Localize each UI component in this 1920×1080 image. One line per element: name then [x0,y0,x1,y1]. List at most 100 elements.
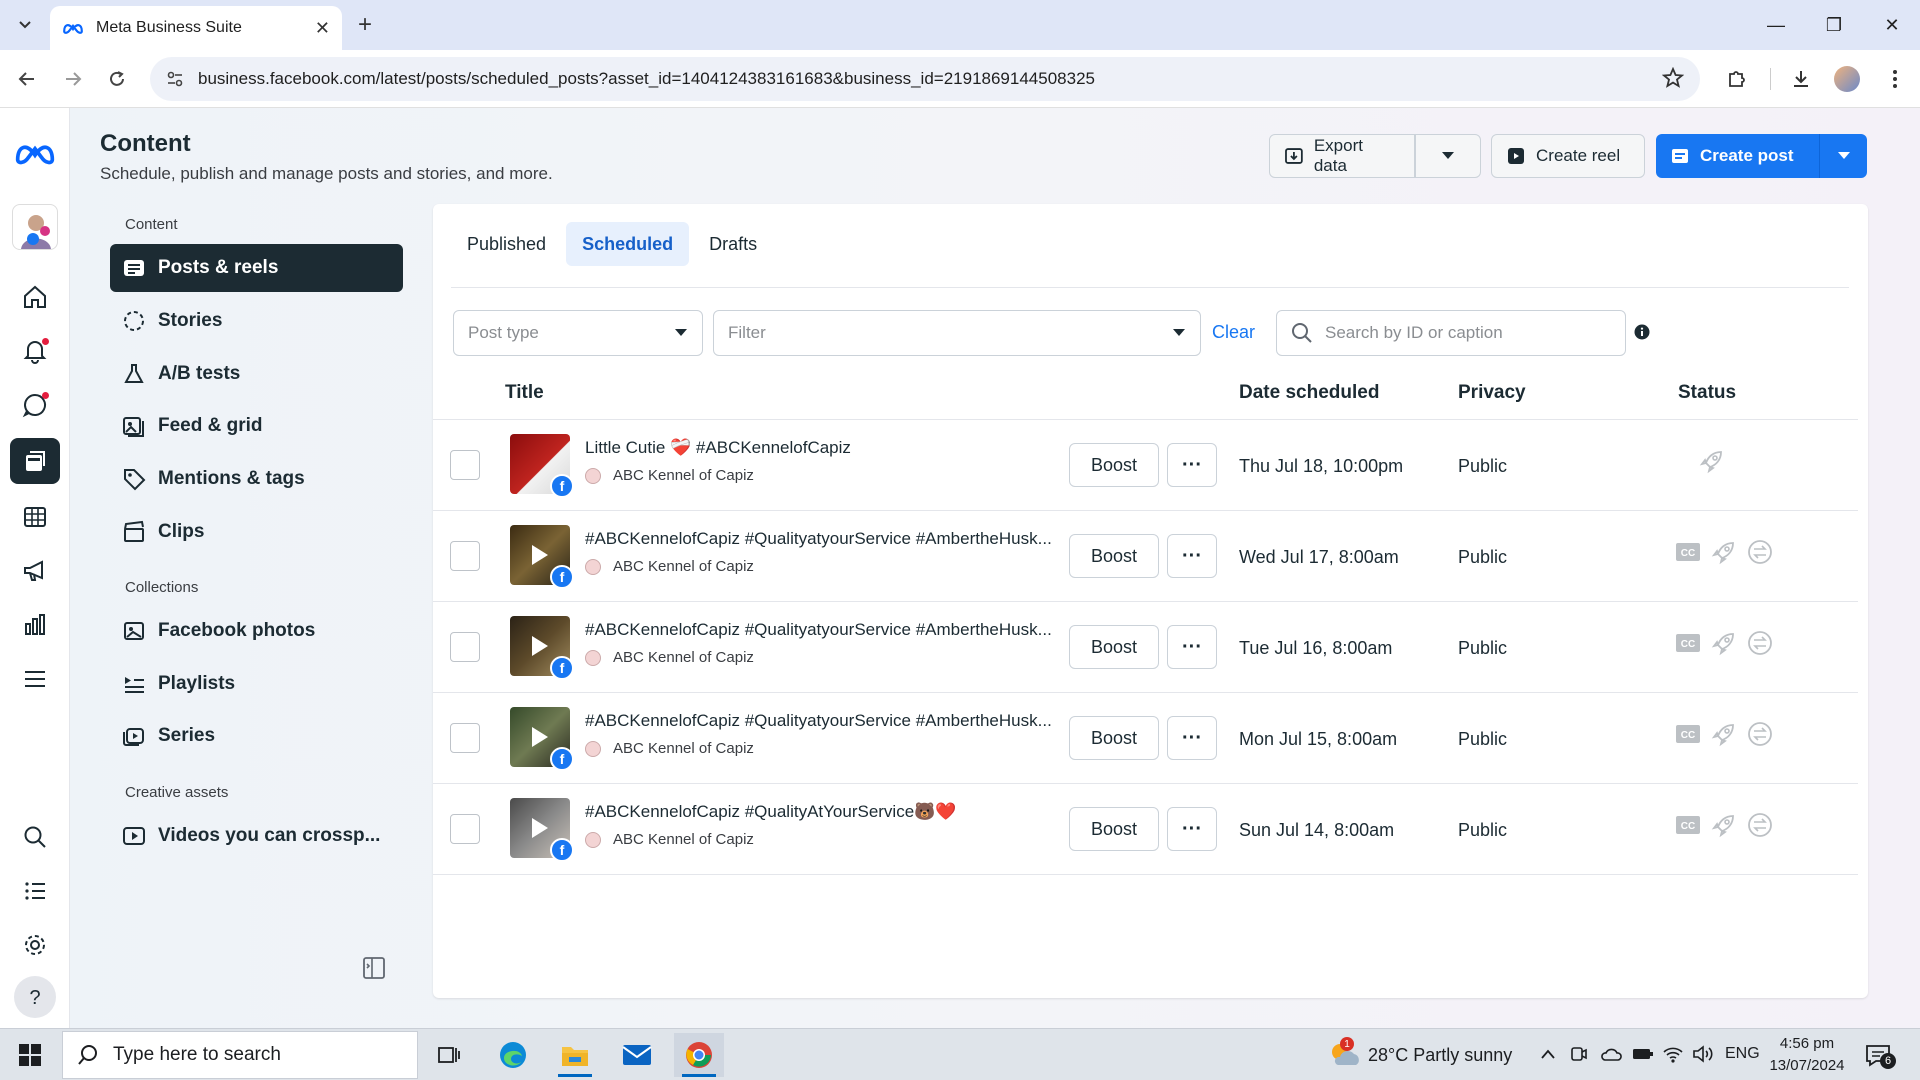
post-title[interactable]: #ABCKennelofCapiz #QualityatyourService … [585,711,1055,731]
meet-now-icon[interactable] [1570,1045,1588,1063]
sidebar-item-facebook-photos[interactable]: Facebook photos [110,607,403,655]
post-title[interactable]: Little Cutie ❤️‍🩹 #ABCKennelofCapiz [585,438,1055,458]
forward-button[interactable] [58,64,88,94]
downloads-button[interactable] [1786,64,1816,94]
table-row[interactable]: f Little Cutie ❤️‍🩹 #ABCKennelofCapiz AB… [433,420,1858,511]
taskbar-file-explorer[interactable] [550,1033,600,1077]
sidebar-item-clips[interactable]: Clips [110,508,403,556]
rail-all-tools[interactable] [10,656,60,702]
browser-menu-button[interactable] [1880,64,1910,94]
column-status[interactable]: Status [1678,382,1736,404]
search-input[interactable]: Search by ID or caption [1276,310,1626,356]
post-title[interactable]: #ABCKennelofCapiz #QualityAtYourService🐻… [585,802,1055,822]
more-options-button[interactable]: ··· [1167,625,1217,669]
chevron-up-icon[interactable] [1540,1047,1556,1061]
tab-search-button[interactable] [10,10,40,40]
rail-insights[interactable] [10,602,60,648]
extensions-button[interactable] [1722,64,1752,94]
post-title[interactable]: #ABCKennelofCapiz #QualityatyourService … [585,529,1055,549]
info-icon[interactable] [1634,324,1650,340]
taskbar-clock[interactable]: 4:56 pm 13/07/2024 [1762,1033,1852,1077]
sidebar-item-series[interactable]: Series [110,712,403,760]
rail-search[interactable] [10,814,60,860]
edge-browser-icon [500,1042,526,1068]
row-checkbox[interactable] [450,814,480,844]
more-options-button[interactable]: ··· [1167,716,1217,760]
rail-settings[interactable] [10,922,60,968]
table-row[interactable]: f #ABCKennelofCapiz #QualityatyourServic… [433,602,1858,693]
account-switcher-avatar[interactable] [12,204,58,250]
post-type-select[interactable]: Post type [453,310,703,356]
sidebar-item-crosspost-videos[interactable]: Videos you can crossp... [110,812,403,860]
wifi-icon[interactable] [1662,1044,1684,1064]
task-view-button[interactable] [424,1033,474,1077]
tab-published[interactable]: Published [451,222,562,266]
sidebar-item-posts-reels[interactable]: Posts & reels [110,244,403,292]
battery-icon[interactable] [1632,1046,1654,1062]
minimize-button[interactable]: — [1748,0,1804,50]
create-post-button[interactable]: Create post [1656,134,1819,178]
column-date-scheduled[interactable]: Date scheduled [1239,382,1379,404]
profile-avatar[interactable] [1834,66,1860,92]
bookmark-star-icon[interactable] [1662,67,1684,89]
rail-inbox[interactable] [10,382,60,428]
more-options-button[interactable]: ··· [1167,443,1217,487]
address-bar[interactable]: business.facebook.com/latest/posts/sched… [150,57,1700,101]
column-title[interactable]: Title [505,382,544,404]
post-title[interactable]: #ABCKennelofCapiz #QualityatyourService … [585,620,1055,640]
boost-button[interactable]: Boost [1069,534,1159,578]
taskbar-chrome[interactable] [674,1033,724,1077]
weather-text[interactable]: 28°C Partly sunny [1368,1045,1512,1066]
rail-list[interactable] [10,868,60,914]
start-button[interactable] [10,1039,50,1071]
row-checkbox[interactable] [450,723,480,753]
column-privacy[interactable]: Privacy [1458,382,1526,404]
back-button[interactable] [12,64,42,94]
clear-filters-link[interactable]: Clear [1212,322,1255,343]
table-row[interactable]: f #ABCKennelofCapiz #QualityatyourServic… [433,511,1858,602]
table-row[interactable]: f #ABCKennelofCapiz #QualityAtYourServic… [433,784,1858,875]
row-checkbox[interactable] [450,541,480,571]
boost-button[interactable]: Boost [1069,443,1159,487]
taskbar-edge[interactable] [488,1033,538,1077]
taskbar-mail[interactable] [612,1033,662,1077]
export-dropdown-button[interactable] [1415,134,1481,178]
rail-help[interactable]: ? [10,974,60,1020]
boost-button[interactable]: Boost [1069,625,1159,669]
sidebar-item-stories[interactable]: Stories [110,297,403,345]
taskbar-search-input[interactable]: Type here to search [62,1031,418,1079]
filter-select[interactable]: Filter [713,310,1201,356]
rail-notifications[interactable] [10,328,60,374]
close-window-button[interactable]: ✕ [1864,0,1920,50]
row-checkbox[interactable] [450,632,480,662]
sidebar-item-feed-grid[interactable]: Feed & grid [110,402,403,450]
browser-tab-active[interactable]: Meta Business Suite ✕ [50,6,342,50]
input-language[interactable]: ENG [1725,1045,1760,1063]
rail-content[interactable] [10,438,60,484]
rail-planner[interactable] [10,494,60,540]
more-options-button[interactable]: ··· [1167,807,1217,851]
row-checkbox[interactable] [450,450,480,480]
onedrive-icon[interactable] [1600,1045,1622,1063]
tab-drafts[interactable]: Drafts [693,222,773,266]
more-options-button[interactable]: ··· [1167,534,1217,578]
table-row[interactable]: f #ABCKennelofCapiz #QualityatyourServic… [433,693,1858,784]
sidebar-item-playlists[interactable]: Playlists [110,660,403,708]
close-tab-icon[interactable]: ✕ [315,18,330,39]
sidebar-item-mentions-tags[interactable]: Mentions & tags [110,455,403,503]
sidebar-item-ab-tests[interactable]: A/B tests [110,350,403,398]
rail-home[interactable] [10,274,60,320]
new-tab-button[interactable]: + [350,10,380,40]
meta-home-logo[interactable] [10,130,60,176]
export-data-button[interactable]: Export data [1269,134,1415,178]
boost-button[interactable]: Boost [1069,716,1159,760]
create-reel-button[interactable]: Create reel [1491,134,1645,178]
speaker-icon[interactable] [1692,1044,1714,1064]
collapse-sidebar-icon[interactable] [362,956,386,980]
rail-ads[interactable] [10,548,60,594]
create-post-dropdown[interactable] [1819,134,1867,178]
reload-button[interactable] [102,64,132,94]
restore-button[interactable]: ❐ [1806,0,1862,50]
boost-button[interactable]: Boost [1069,807,1159,851]
tab-scheduled[interactable]: Scheduled [566,222,690,266]
